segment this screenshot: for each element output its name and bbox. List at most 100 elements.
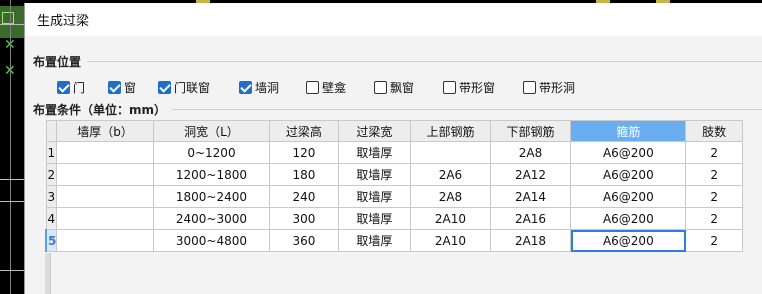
option-strip-hole[interactable]: 带形洞 xyxy=(523,79,593,96)
cell-top-rebar[interactable] xyxy=(410,141,491,164)
cell-opening-width[interactable]: 2400~3000 xyxy=(152,207,271,230)
row-number[interactable]: 2 xyxy=(45,163,58,186)
cad-line xyxy=(0,179,24,180)
column-header[interactable]: 过梁宽 xyxy=(337,120,412,142)
cell-lintel-width[interactable]: 取墙厚 xyxy=(337,163,412,186)
option-label: 带形洞 xyxy=(539,80,576,95)
cad-line xyxy=(10,0,11,294)
cell-stirrup-selected[interactable]: A6@200 xyxy=(570,229,687,252)
conditions-group-header: 布置条件（单位：mm） xyxy=(33,100,762,118)
dialog-title: 生成过梁 xyxy=(37,14,90,29)
cell-opening-width[interactable]: 1200~1800 xyxy=(152,163,271,186)
cell-wall-thickness[interactable] xyxy=(56,207,154,230)
option-label: 飘窗 xyxy=(390,80,415,95)
conditions-grid: 墙厚（b） 洞宽（L） 过梁高 过梁宽 上部钢筋 下部钢筋 箍筋 肢数 1 0~… xyxy=(45,120,743,252)
row-number[interactable]: 3 xyxy=(45,185,58,208)
cell-bottom-rebar[interactable]: 2A16 xyxy=(489,207,572,230)
cad-grip xyxy=(2,12,14,24)
column-header-selected[interactable]: 箍筋 xyxy=(570,120,687,142)
cad-line xyxy=(0,24,24,25)
cell-opening-width[interactable]: 0~1200 xyxy=(152,141,271,164)
cell-lintel-height[interactable]: 120 xyxy=(269,141,339,164)
niche-checkbox[interactable] xyxy=(306,80,319,94)
option-niche[interactable]: 壁龛 xyxy=(306,79,374,96)
cell-top-rebar[interactable]: 2A10 xyxy=(410,229,491,252)
cell-stirrup[interactable]: A6@200 xyxy=(570,141,687,164)
cell-bottom-rebar[interactable]: 2A8 xyxy=(489,141,572,164)
option-label: 墙洞 xyxy=(255,80,280,95)
option-label: 门 xyxy=(73,80,86,95)
cell-bottom-rebar[interactable]: 2A18 xyxy=(489,229,572,252)
group-divider xyxy=(87,60,762,62)
cell-top-rebar[interactable]: 2A6 xyxy=(410,163,491,186)
cell-legs[interactable]: 2 xyxy=(685,207,743,230)
option-window[interactable]: 窗 xyxy=(108,79,158,96)
cell-lintel-height[interactable]: 360 xyxy=(269,229,339,252)
cell-bottom-rebar[interactable]: 2A12 xyxy=(489,163,572,186)
cell-wall-thickness[interactable] xyxy=(56,229,154,252)
dialog-titlebar[interactable]: 生成过梁 xyxy=(25,3,762,36)
cell-legs[interactable]: 2 xyxy=(685,185,743,208)
cell-stirrup[interactable]: A6@200 xyxy=(570,207,687,230)
option-door-window[interactable]: 门联窗 xyxy=(158,79,239,96)
option-label: 壁龛 xyxy=(322,80,347,95)
cell-lintel-width[interactable]: 取墙厚 xyxy=(337,185,412,208)
option-wall-hole[interactable]: 墙洞 xyxy=(239,79,306,96)
grid-corner[interactable] xyxy=(45,120,58,142)
row-number[interactable]: 4 xyxy=(45,207,58,230)
generate-lintel-dialog: 生成过梁 布置位置 门 窗 门联窗 墙洞 壁龛 飘窗 带形窗 带形洞 布置条件（… xyxy=(24,3,762,294)
group-divider xyxy=(172,108,762,110)
cell-top-rebar[interactable]: 2A8 xyxy=(410,185,491,208)
placement-group-title: 布置位置 xyxy=(33,54,82,69)
cell-wall-thickness[interactable] xyxy=(56,185,154,208)
cell-legs[interactable]: 2 xyxy=(685,141,743,164)
cell-wall-thickness[interactable] xyxy=(56,163,154,186)
cell-top-rebar[interactable]: 2A10 xyxy=(410,207,491,230)
column-header[interactable]: 过梁高 xyxy=(269,120,339,142)
cell-lintel-height[interactable]: 180 xyxy=(269,163,339,186)
door-checkbox[interactable] xyxy=(57,80,70,94)
placement-group-header: 布置位置 xyxy=(33,52,762,70)
placement-options: 门 窗 门联窗 墙洞 壁龛 飘窗 带形窗 带形洞 xyxy=(33,74,762,100)
strip-hole-checkbox[interactable] xyxy=(523,80,536,94)
row-number-current[interactable]: 5 xyxy=(45,229,58,252)
table-row: 3 1800~2400 240 取墙厚 2A8 2A14 A6@200 2 xyxy=(45,185,743,208)
row-number[interactable]: 1 xyxy=(45,141,58,164)
column-header[interactable]: 洞宽（L） xyxy=(152,120,271,142)
column-header[interactable]: 肢数 xyxy=(685,120,743,142)
window-checkbox[interactable] xyxy=(108,80,121,94)
table-row: 1 0~1200 120 取墙厚 2A8 A6@200 2 xyxy=(45,141,743,164)
option-strip-window[interactable]: 带形窗 xyxy=(443,79,523,96)
cell-legs[interactable]: 2 xyxy=(685,163,743,186)
grid-header-row: 墙厚（b） 洞宽（L） 过梁高 过梁宽 上部钢筋 下部钢筋 箍筋 肢数 xyxy=(45,120,743,142)
cell-legs[interactable]: 2 xyxy=(685,229,743,252)
column-header[interactable]: 下部钢筋 xyxy=(489,120,572,142)
table-row-current: 5 3000~4800 360 取墙厚 2A10 2A18 A6@200 2 xyxy=(45,229,743,252)
wall-hole-checkbox[interactable] xyxy=(239,80,252,94)
cell-lintel-width[interactable]: 取墙厚 xyxy=(337,229,412,252)
door-window-checkbox[interactable] xyxy=(158,80,171,94)
cell-lintel-height[interactable]: 240 xyxy=(269,185,339,208)
column-header[interactable]: 墙厚（b） xyxy=(56,120,154,142)
bay-window-checkbox[interactable] xyxy=(374,80,387,94)
option-bay-window[interactable]: 飘窗 xyxy=(374,79,443,96)
table-row: 4 2400~3000 300 取墙厚 2A10 2A16 A6@200 2 xyxy=(45,207,743,230)
cad-line xyxy=(0,201,24,202)
cell-stirrup[interactable]: A6@200 xyxy=(570,163,687,186)
option-label: 窗 xyxy=(124,80,137,95)
cell-opening-width[interactable]: 3000~4800 xyxy=(152,229,271,252)
cell-bottom-rebar[interactable]: 2A14 xyxy=(489,185,572,208)
option-label: 带形窗 xyxy=(459,80,496,95)
column-header[interactable]: 上部钢筋 xyxy=(410,120,491,142)
cell-opening-width[interactable]: 1800~2400 xyxy=(152,185,271,208)
cell-lintel-height[interactable]: 300 xyxy=(269,207,339,230)
cad-line xyxy=(0,270,24,271)
cell-lintel-width[interactable]: 取墙厚 xyxy=(337,141,412,164)
strip-window-checkbox[interactable] xyxy=(443,80,456,94)
cell-wall-thickness[interactable] xyxy=(56,141,154,164)
grid-row-header-strip xyxy=(45,253,51,294)
conditions-group-title: 布置条件（单位：mm） xyxy=(33,102,167,117)
option-door[interactable]: 门 xyxy=(57,79,108,96)
cell-lintel-width[interactable]: 取墙厚 xyxy=(337,207,412,230)
cell-stirrup[interactable]: A6@200 xyxy=(570,185,687,208)
